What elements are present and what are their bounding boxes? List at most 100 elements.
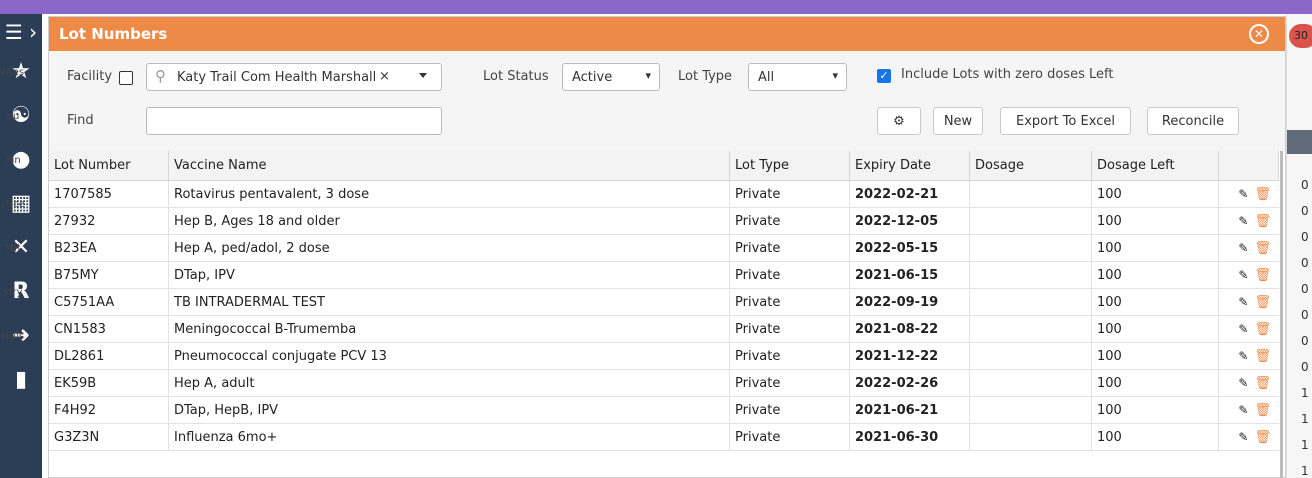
trash-icon[interactable]: 🗑: [1254, 403, 1271, 418]
dosage-cell: [970, 289, 1092, 315]
find-label: Find: [67, 113, 94, 128]
trash-icon[interactable]: 🗑: [1254, 349, 1271, 364]
lot-type-select[interactable]: All ▾: [748, 63, 847, 91]
dosage-left-cell: 100: [1092, 370, 1219, 396]
notification-badge[interactable]: 30: [1289, 24, 1312, 48]
dosage-cell: [970, 316, 1092, 342]
lot-type-cell: Private: [730, 235, 850, 261]
hamburger-icon[interactable]: ☰ ›: [0, 14, 42, 50]
nav-item-referrals[interactable]: ➜ rrals: [0, 314, 42, 358]
table-row[interactable]: EK59B Hep A, adult Private 2022-02-26 10…: [49, 370, 1279, 397]
lot-type-cell: Private: [730, 316, 850, 342]
vaccine-name-cell: Hep A, adult: [169, 370, 730, 396]
table-row[interactable]: C5751AA TB INTRADERMAL TEST Private 2022…: [49, 289, 1279, 316]
nav-item-favorites[interactable]: ★ rites: [0, 50, 42, 94]
nav-item-emr[interactable]: ✕ MR: [0, 226, 42, 270]
nav-item-admin[interactable]: ● nin: [0, 138, 42, 182]
lot-number-cell: B75MY: [49, 262, 169, 288]
dosage-left-cell: 100: [1092, 262, 1219, 288]
nav-item-registry[interactable]: R stry: [0, 270, 42, 314]
clear-icon[interactable]: ×: [379, 69, 390, 84]
new-button[interactable]: New: [933, 107, 983, 135]
lot-numbers-table: Lot Number Vaccine Name Lot Type Expiry …: [49, 151, 1279, 451]
nav-item-menu[interactable]: ☯ nu: [0, 94, 42, 138]
pencil-icon[interactable]: ✎: [1238, 349, 1248, 363]
row-actions: ✎ 🗑: [1219, 262, 1279, 288]
export-excel-button[interactable]: Export To Excel: [1000, 107, 1131, 135]
expiry-date-cell: 2021-08-22: [850, 316, 970, 342]
close-circle-icon[interactable]: ✕: [1249, 24, 1269, 44]
column-header-lot-type[interactable]: Lot Type: [730, 151, 850, 180]
background-value: 0: [1301, 178, 1309, 192]
nav-item-reports[interactable]: ▮: [0, 358, 42, 402]
lot-number-cell: CN1583: [49, 316, 169, 342]
trash-icon[interactable]: 🗑: [1254, 214, 1271, 229]
gear-icon[interactable]: ⚙: [877, 107, 921, 135]
column-header-expiry-date[interactable]: Expiry Date: [850, 151, 970, 180]
expiry-date-cell: 2022-02-26: [850, 370, 970, 396]
lot-type-cell: Private: [730, 262, 850, 288]
pencil-icon[interactable]: ✎: [1238, 241, 1248, 255]
pencil-icon[interactable]: ✎: [1238, 430, 1248, 444]
background-value: 1: [1301, 464, 1309, 478]
facility-checkbox[interactable]: [119, 71, 133, 85]
caret-down-icon[interactable]: [419, 73, 427, 78]
reconcile-button[interactable]: Reconcile: [1147, 107, 1239, 135]
column-header-dosage-left[interactable]: Dosage Left: [1092, 151, 1219, 180]
facility-select-value: Katy Trail Com Health Marshall: [177, 70, 377, 85]
dosage-left-cell: 100: [1092, 424, 1219, 450]
lot-type-cell: Private: [730, 208, 850, 234]
table-row[interactable]: B75MY DTap, IPV Private 2021-06-15 100 ✎…: [49, 262, 1279, 289]
column-header-lot-number[interactable]: Lot Number: [49, 151, 169, 180]
lot-status-select[interactable]: Active ▾: [562, 63, 660, 91]
trash-icon[interactable]: 🗑: [1254, 430, 1271, 445]
table-row[interactable]: DL2861 Pneumococcal conjugate PCV 13 Pri…: [49, 343, 1279, 370]
column-header-dosage[interactable]: Dosage: [970, 151, 1092, 180]
lot-number-cell: 1707585: [49, 181, 169, 207]
trash-icon[interactable]: 🗑: [1254, 187, 1271, 202]
row-actions: ✎ 🗑: [1219, 397, 1279, 423]
pencil-icon[interactable]: ✎: [1238, 376, 1248, 390]
column-header-vaccine-name[interactable]: Vaccine Name: [169, 151, 730, 180]
nav-item-label: stry: [3, 286, 23, 298]
expiry-date-cell: 2021-06-15: [850, 262, 970, 288]
pencil-icon[interactable]: ✎: [1238, 403, 1248, 417]
trash-icon[interactable]: 🗑: [1254, 376, 1271, 391]
table-row[interactable]: F4H92 DTap, HepB, IPV Private 2021-06-21…: [49, 397, 1279, 424]
dosage-left-cell: 100: [1092, 208, 1219, 234]
trash-icon[interactable]: 🗑: [1254, 295, 1271, 310]
expiry-date-cell: 2022-02-21: [850, 181, 970, 207]
pencil-icon[interactable]: ✎: [1238, 268, 1248, 282]
pencil-icon[interactable]: ✎: [1238, 187, 1248, 201]
pencil-icon[interactable]: ✎: [1238, 214, 1248, 228]
table-row[interactable]: CN1583 Meningococcal B-Trumemba Private …: [49, 316, 1279, 343]
pencil-icon[interactable]: ✎: [1238, 295, 1248, 309]
trash-icon[interactable]: 🗑: [1254, 241, 1271, 256]
lot-type-cell: Private: [730, 289, 850, 315]
table-scrollbar[interactable]: [1280, 151, 1283, 478]
table-header-row: Lot Number Vaccine Name Lot Type Expiry …: [49, 151, 1279, 181]
dosage-left-cell: 100: [1092, 181, 1219, 207]
table-row[interactable]: 27932 Hep B, Ages 18 and older Private 2…: [49, 208, 1279, 235]
trash-icon[interactable]: 🗑: [1254, 322, 1271, 337]
background-panel: 30 0 0 0 0 0 0 0 0 1 1 1 1: [1286, 14, 1312, 478]
table-row[interactable]: G3Z3N Influenza 6mo+ Private 2021-06-30 …: [49, 424, 1279, 451]
row-actions: ✎ 🗑: [1219, 424, 1279, 450]
dosage-cell: [970, 370, 1092, 396]
table-row[interactable]: 1707585 Rotavirus pentavalent, 3 dose Pr…: [49, 181, 1279, 208]
dosage-left-cell: 100: [1092, 397, 1219, 423]
background-value: 0: [1301, 204, 1309, 218]
column-header-actions: [1219, 151, 1279, 180]
lot-number-cell: B23EA: [49, 235, 169, 261]
include-zero-checkbox[interactable]: ✓: [877, 69, 891, 83]
row-actions: ✎ 🗑: [1219, 370, 1279, 396]
facility-label: Facility: [67, 69, 113, 84]
nav-item-practice[interactable]: ▦ ctice: [0, 182, 42, 226]
pencil-icon[interactable]: ✎: [1238, 322, 1248, 336]
find-input[interactable]: [146, 107, 442, 135]
trash-icon[interactable]: 🗑: [1254, 268, 1271, 283]
table-row[interactable]: B23EA Hep A, ped/adol, 2 dose Private 20…: [49, 235, 1279, 262]
background-value: 0: [1301, 360, 1309, 374]
facility-select[interactable]: ⚲ Katy Trail Com Health Marshall ×: [146, 63, 442, 91]
background-value: 0: [1301, 334, 1309, 348]
